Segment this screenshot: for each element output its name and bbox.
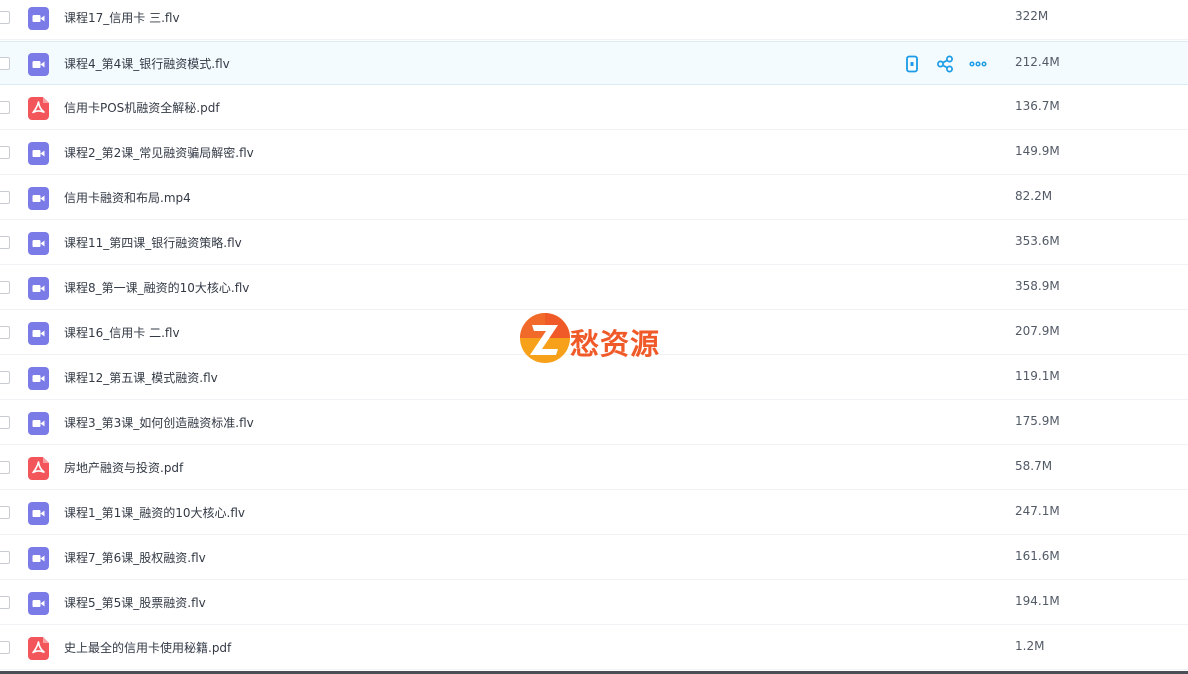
file-size: 322M [1015,9,1049,23]
row-checkbox[interactable] [0,57,10,70]
row-checkbox[interactable] [0,236,10,249]
row-checkbox[interactable] [0,281,10,294]
watermark-logo-icon [518,311,572,365]
file-size: 149.9M [1015,144,1060,158]
more-icon[interactable] [969,55,987,73]
file-name[interactable]: 课程1_第1课_融资的10大核心.flv [64,504,245,521]
video-file-icon [28,592,49,615]
file-name[interactable]: 信用卡POS机融资全解秘.pdf [64,99,220,116]
file-size: 82.2M [1015,189,1053,203]
file-name[interactable]: 课程2_第2课_常见融资骗局解密.flv [64,144,254,161]
row-checkbox[interactable] [0,146,10,159]
file-size: 58.7M [1015,459,1053,473]
file-row[interactable]: 课程1_第1课_融资的10大核心.flv 247.1M [0,491,1188,535]
file-name[interactable]: 课程11_第四课_银行融资策略.flv [64,234,242,251]
video-file-icon [28,7,49,30]
row-checkbox[interactable] [0,641,10,654]
row-checkbox[interactable] [0,191,10,204]
file-row[interactable]: 史上最全的信用卡使用秘籍.pdf 1.2M [0,626,1188,670]
pdf-file-icon [28,637,49,660]
file-size: 194.1M [1015,594,1060,608]
watermark: 愁资源 [518,311,678,367]
row-checkbox[interactable] [0,416,10,429]
file-row[interactable]: 课程4_第4课_银行融资模式.flv 212.4M [0,41,1188,85]
video-file-icon [28,322,49,345]
video-file-icon [28,53,49,76]
row-checkbox[interactable] [0,596,10,609]
file-name[interactable]: 课程12_第五课_模式融资.flv [64,369,218,386]
row-checkbox[interactable] [0,326,10,339]
file-name[interactable]: 史上最全的信用卡使用秘籍.pdf [64,639,231,656]
file-size: 136.7M [1015,99,1060,113]
file-row[interactable]: 房地产融资与投资.pdf 58.7M [0,446,1188,490]
file-size: 212.4M [1015,55,1060,69]
pdf-file-icon [28,97,49,120]
file-size: 358.9M [1015,279,1060,293]
row-checkbox[interactable] [0,101,10,114]
row-checkbox[interactable] [0,506,10,519]
file-name[interactable]: 课程4_第4课_银行融资模式.flv [64,55,230,72]
row-checkbox[interactable] [0,371,10,384]
video-file-icon [28,502,49,525]
file-row[interactable]: 课程8_第一课_融资的10大核心.flv 358.9M [0,266,1188,310]
file-size: 119.1M [1015,369,1060,383]
video-file-icon [28,187,49,210]
file-size: 1.2M [1015,639,1045,653]
file-row[interactable]: 课程2_第2课_常见融资骗局解密.flv 149.9M [0,131,1188,175]
video-file-icon [28,412,49,435]
video-file-icon [28,547,49,570]
file-row[interactable]: 课程3_第3课_如何创造融资标准.flv 175.9M [0,401,1188,445]
video-file-icon [28,277,49,300]
file-row[interactable]: 信用卡融资和布局.mp4 82.2M [0,176,1188,220]
file-row[interactable]: 课程5_第5课_股票融资.flv 194.1M [0,581,1188,625]
file-size: 161.6M [1015,549,1060,563]
video-file-icon [28,232,49,255]
file-name[interactable]: 课程8_第一课_融资的10大核心.flv [64,279,249,296]
video-file-icon [28,367,49,390]
file-name[interactable]: 课程5_第5课_股票融资.flv [64,594,206,611]
row-checkbox[interactable] [0,551,10,564]
file-row[interactable]: 信用卡POS机融资全解秘.pdf 136.7M [0,86,1188,130]
watermark-text: 愁资源 [570,327,661,361]
share-icon[interactable] [936,55,954,73]
file-row[interactable]: 课程11_第四课_银行融资策略.flv 353.6M [0,221,1188,265]
file-name[interactable]: 课程16_信用卡 二.flv [64,324,180,341]
file-size: 175.9M [1015,414,1060,428]
pdf-file-icon [28,457,49,480]
file-size: 353.6M [1015,234,1060,248]
phone-icon[interactable] [903,55,921,73]
file-size: 207.9M [1015,324,1060,338]
file-name[interactable]: 房地产融资与投资.pdf [64,459,183,476]
file-name[interactable]: 课程3_第3课_如何创造融资标准.flv [64,414,254,431]
file-size: 247.1M [1015,504,1060,518]
file-name[interactable]: 课程17_信用卡 三.flv [64,9,180,26]
file-row[interactable]: 课程7_第6课_股权融资.flv 161.6M [0,536,1188,580]
row-checkbox[interactable] [0,461,10,474]
row-checkbox[interactable] [0,11,10,24]
file-row[interactable]: 课程17_信用卡 三.flv 322M [0,0,1188,40]
video-file-icon [28,142,49,165]
file-name[interactable]: 信用卡融资和布局.mp4 [64,189,191,206]
file-name[interactable]: 课程7_第6课_股权融资.flv [64,549,206,566]
